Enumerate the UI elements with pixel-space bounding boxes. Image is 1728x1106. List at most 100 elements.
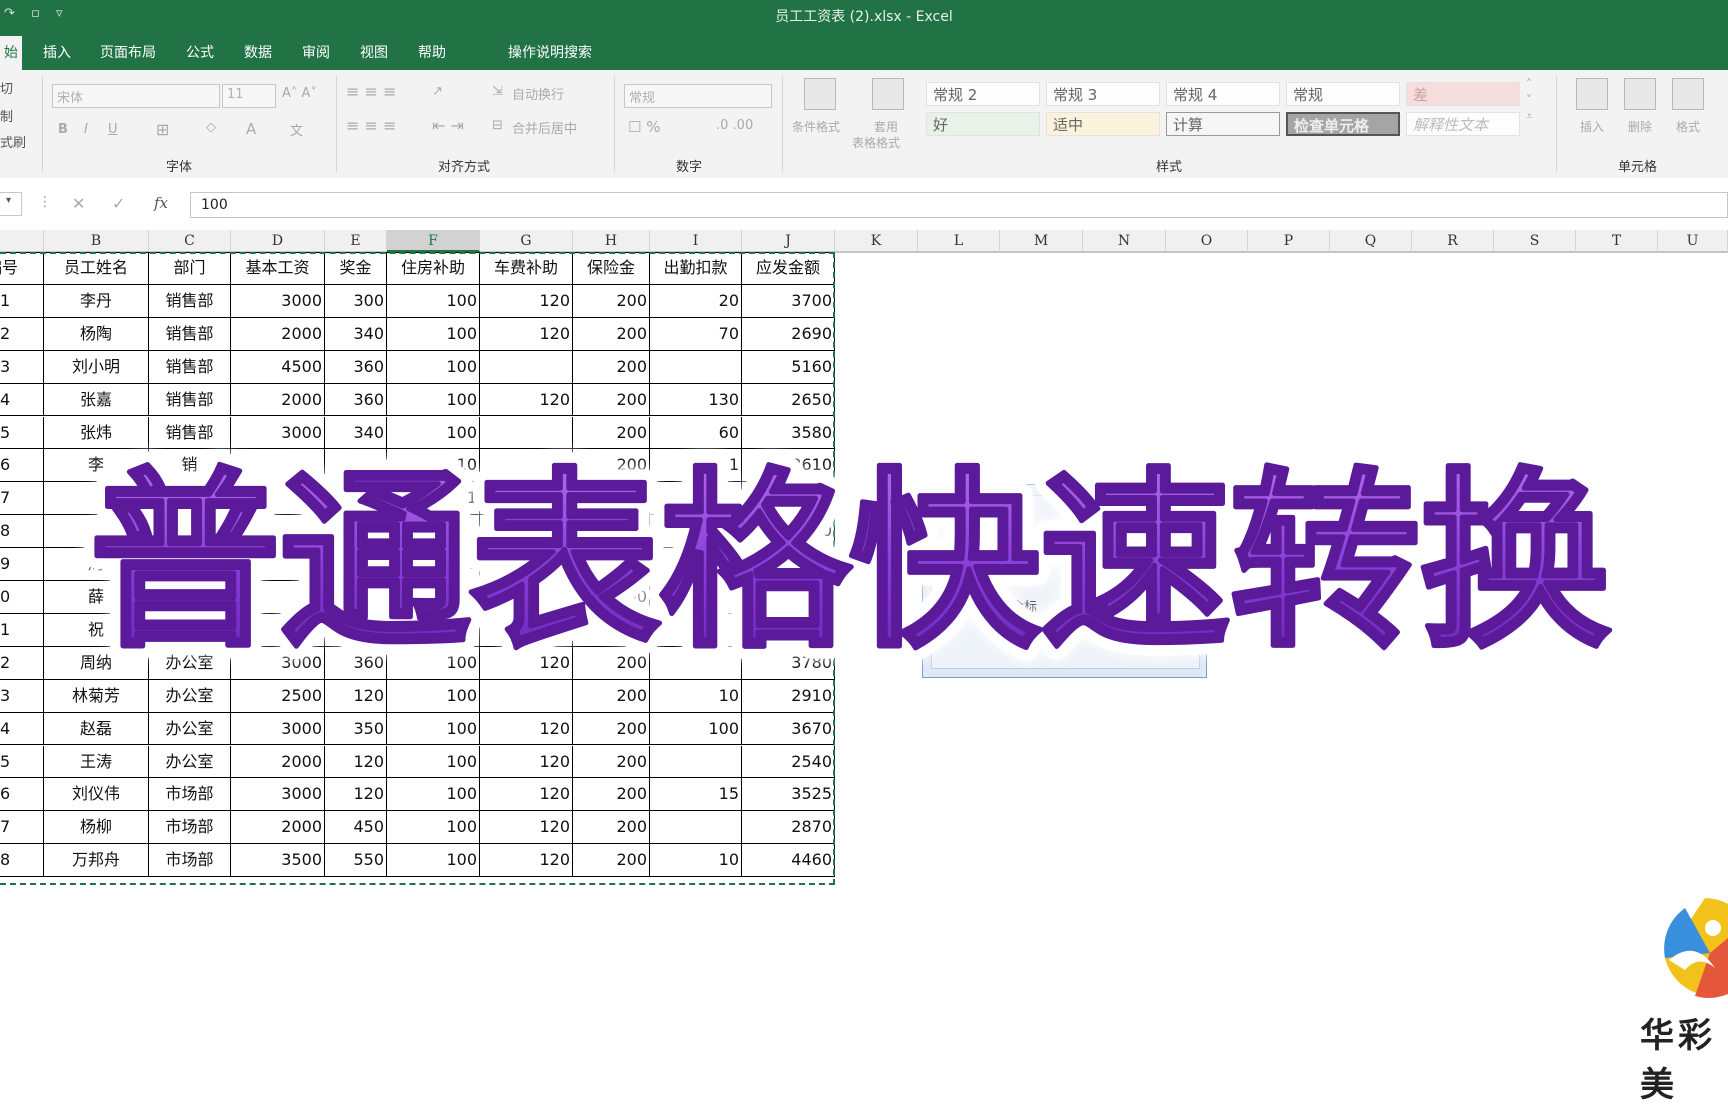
column-header-r[interactable]: R <box>1412 230 1494 252</box>
table-cell[interactable]: 5 <box>0 745 44 779</box>
table-cell[interactable]: 办公室 <box>149 745 231 779</box>
table-cell[interactable] <box>650 350 742 384</box>
table-cell[interactable]: 2500 <box>231 679 325 713</box>
formula-input[interactable]: 100 <box>190 192 1728 218</box>
table-cell[interactable]: 5 <box>0 416 44 450</box>
table-cell[interactable]: 杨陶 <box>44 317 149 351</box>
table-cell[interactable]: 3670 <box>742 712 835 746</box>
table-cell[interactable]: 销售部 <box>149 284 231 318</box>
table-cell[interactable]: 4500 <box>231 350 325 384</box>
table-cell[interactable]: 120 <box>480 284 573 318</box>
font-name-select[interactable]: 宋体 <box>52 84 220 108</box>
table-header-cell[interactable]: 车费补助 <box>480 252 573 285</box>
table-cell[interactable]: 200 <box>573 679 650 713</box>
table-cell[interactable]: 20 <box>650 284 742 318</box>
table-cell[interactable]: 4 <box>0 383 44 417</box>
table-cell[interactable]: 100 <box>387 383 480 417</box>
tab-insert[interactable]: 插入 <box>43 42 71 62</box>
style-neutral[interactable]: 适中 <box>1046 112 1160 136</box>
cut-button[interactable]: 切 <box>0 78 13 97</box>
table-cell[interactable]: 10 <box>650 679 742 713</box>
indent-icon[interactable]: ⇤ ⇥ <box>432 116 464 135</box>
format-as-table-line1[interactable]: 套用 <box>874 118 898 135</box>
column-header-n[interactable]: N <box>1083 230 1166 252</box>
table-cell[interactable]: 340 <box>325 317 387 351</box>
table-cell[interactable]: 2000 <box>231 745 325 779</box>
column-header-l[interactable]: L <box>918 230 1000 252</box>
table-cell[interactable]: 赵磊 <box>44 712 149 746</box>
column-header-o[interactable]: O <box>1166 230 1248 252</box>
fill-color-icon[interactable]: ◇ <box>206 120 216 135</box>
merge-center-button[interactable]: 合并后居中 <box>512 118 577 137</box>
table-cell[interactable]: 130 <box>650 383 742 417</box>
tab-review[interactable]: 审阅 <box>302 42 330 62</box>
cancel-icon[interactable]: ✕ <box>72 194 85 213</box>
style-check-cell[interactable]: 检查单元格 <box>1286 112 1400 136</box>
table-cell[interactable]: 2910 <box>742 679 835 713</box>
font-color-icon[interactable]: A <box>246 120 256 138</box>
format-cells-icon[interactable] <box>1672 78 1704 110</box>
table-cell[interactable]: 6 <box>0 449 44 483</box>
table-header-cell[interactable]: 应发金额 <box>742 252 835 285</box>
table-cell[interactable]: 3700 <box>742 284 835 318</box>
insert-cells-button[interactable]: 插入 <box>1580 118 1604 135</box>
italic-icon[interactable]: I <box>84 122 88 137</box>
table-cell[interactable]: 200 <box>573 811 650 845</box>
table-cell[interactable]: 120 <box>480 383 573 417</box>
table-header-cell[interactable]: 出勤扣款 <box>650 252 742 285</box>
column-header-b[interactable]: B <box>44 230 149 252</box>
table-cell[interactable]: 200 <box>573 712 650 746</box>
table-cell[interactable]: 7 <box>0 811 44 845</box>
format-as-table-icon[interactable] <box>872 78 904 110</box>
underline-icon[interactable]: U <box>108 122 118 137</box>
table-cell[interactable] <box>650 745 742 779</box>
table-cell[interactable]: 8 <box>0 515 44 549</box>
table-cell[interactable]: 2000 <box>231 811 325 845</box>
table-cell[interactable]: 6 <box>0 778 44 812</box>
delete-cells-button[interactable]: 删除 <box>1628 118 1652 135</box>
column-header-s[interactable]: S <box>1494 230 1576 252</box>
table-cell[interactable]: 120 <box>480 811 573 845</box>
table-header-cell[interactable]: 部门 <box>149 252 231 285</box>
table-cell[interactable]: 120 <box>325 679 387 713</box>
table-cell[interactable]: 3 <box>0 350 44 384</box>
table-cell[interactable]: 550 <box>325 844 387 878</box>
tab-data[interactable]: 数据 <box>244 42 272 62</box>
table-cell[interactable]: 3 <box>0 679 44 713</box>
decimal-icon[interactable]: .0 .00 <box>716 118 753 133</box>
column-header-m[interactable]: M <box>1000 230 1083 252</box>
style-normal[interactable]: 常规 <box>1286 82 1400 106</box>
style-calculation[interactable]: 计算 <box>1166 112 1280 136</box>
format-as-table-line2[interactable]: 表格格式 <box>852 134 900 151</box>
column-header-j[interactable]: J <box>742 230 835 252</box>
table-cell[interactable]: 100 <box>387 745 480 779</box>
tab-formulas[interactable]: 公式 <box>186 42 214 62</box>
table-cell[interactable]: 100 <box>650 712 742 746</box>
table-cell[interactable] <box>480 350 573 384</box>
column-header-p[interactable]: P <box>1248 230 1330 252</box>
table-cell[interactable]: 10 <box>650 844 742 878</box>
table-cell[interactable]: 100 <box>387 844 480 878</box>
column-header-d[interactable]: D <box>231 230 325 252</box>
table-cell[interactable]: 4460 <box>742 844 835 878</box>
insert-function-icon[interactable]: fx <box>154 194 168 212</box>
table-cell[interactable]: 市场部 <box>149 811 231 845</box>
table-cell[interactable]: 200 <box>573 844 650 878</box>
table-cell[interactable]: 2000 <box>231 317 325 351</box>
table-cell[interactable]: 市场部 <box>149 844 231 878</box>
table-cell[interactable]: 3500 <box>231 844 325 878</box>
column-header-i[interactable]: I <box>650 230 742 252</box>
table-cell[interactable]: 200 <box>573 284 650 318</box>
table-cell[interactable]: 120 <box>480 844 573 878</box>
table-cell[interactable]: 2690 <box>742 317 835 351</box>
table-cell[interactable]: 100 <box>387 778 480 812</box>
column-header-a[interactable] <box>0 230 44 252</box>
conditional-format-icon[interactable] <box>804 78 836 110</box>
phonetic-icon[interactable]: 文 <box>290 120 303 139</box>
table-cell[interactable]: 100 <box>387 317 480 351</box>
tab-help[interactable]: 帮助 <box>418 42 446 62</box>
column-header-k[interactable]: K <box>835 230 918 252</box>
style-good[interactable]: 好 <box>926 112 1040 136</box>
insert-cells-icon[interactable] <box>1576 78 1608 110</box>
table-cell[interactable]: 2540 <box>742 745 835 779</box>
